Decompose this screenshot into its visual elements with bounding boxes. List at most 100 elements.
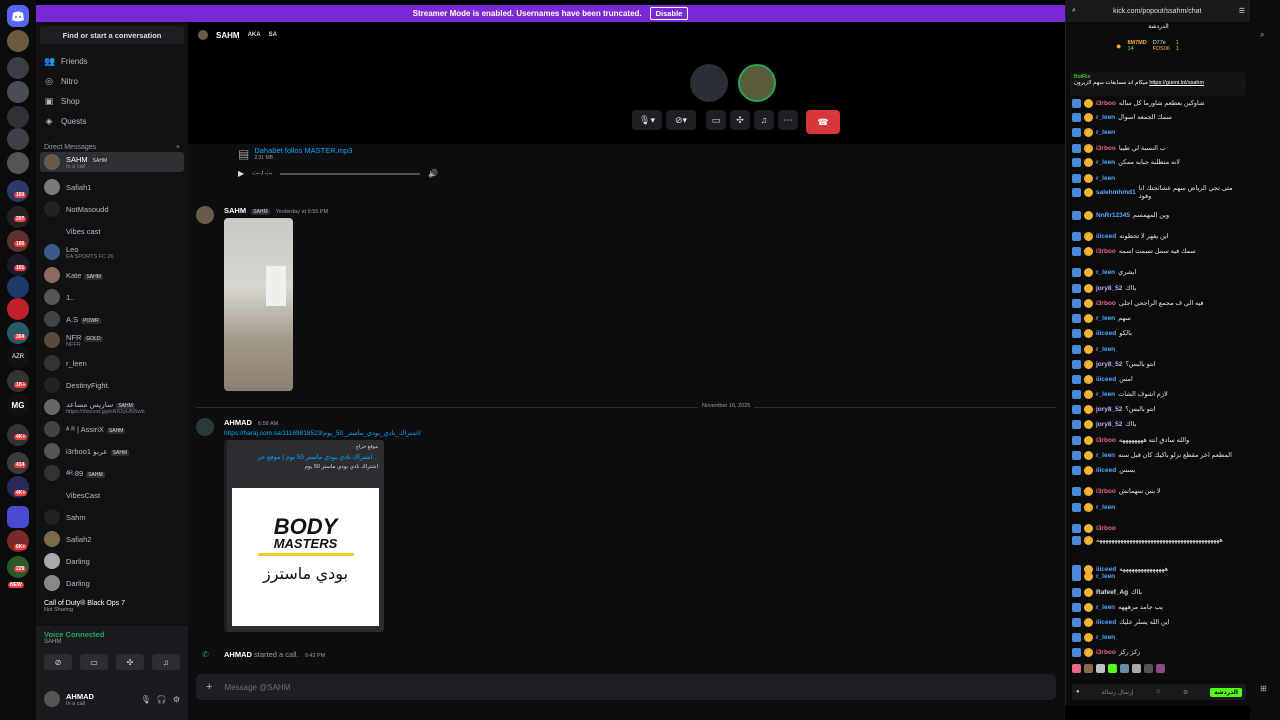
chat-username[interactable]: r_leen	[1096, 315, 1115, 322]
avatar[interactable]	[196, 206, 214, 224]
chat-username[interactable]: i3rboo	[1096, 525, 1116, 532]
server-icon[interactable]	[7, 81, 29, 103]
participant-avatar[interactable]	[690, 64, 728, 102]
file-name[interactable]: Dahabet follos MASTER.mp3	[254, 146, 352, 155]
chat-username[interactable]: iiiceed	[1096, 233, 1116, 240]
chat-username[interactable]: NnRr12345	[1096, 212, 1130, 219]
dm-item[interactable]: 1..	[40, 287, 184, 307]
server-icon[interactable]	[7, 152, 29, 174]
nav-quests[interactable]: ◈ Quests	[44, 116, 87, 126]
author-name[interactable]: AHMAD	[224, 650, 252, 659]
chat-username[interactable]: r_leen	[1096, 391, 1115, 398]
search-icon[interactable]: ⌕	[1072, 7, 1076, 15]
server-icon[interactable]	[7, 180, 29, 202]
server-icon[interactable]	[7, 276, 29, 298]
add-attachment-icon[interactable]: +	[206, 681, 212, 693]
screen-share-icon[interactable]: ▭	[706, 110, 726, 130]
soundboard-icon[interactable]: ♫	[152, 654, 180, 670]
disable-streamer-mode-button[interactable]: Disable	[649, 7, 689, 20]
server-icon[interactable]	[7, 106, 29, 128]
avatar[interactable]	[44, 691, 60, 707]
server-icon[interactable]	[7, 298, 29, 320]
server-icon[interactable]	[7, 57, 29, 79]
dm-item[interactable]: Leo EA SPORTS FC 26	[40, 242, 184, 262]
find-conversation-input[interactable]: Find or start a conversation	[40, 26, 184, 44]
server-icon[interactable]	[7, 30, 29, 52]
emoji-icon[interactable]: ☺	[1155, 689, 1161, 695]
emote-icon[interactable]	[1072, 664, 1081, 673]
send-chat-button[interactable]: الدردشة	[1210, 687, 1242, 697]
emote-icon[interactable]	[1144, 664, 1153, 673]
emote-icon[interactable]	[1156, 664, 1165, 673]
camera-toggle-icon[interactable]: ⊘▾	[666, 110, 696, 130]
add-dm-button[interactable]: +	[176, 144, 180, 151]
message-link[interactable]: https://haraj.com.sa/11169818523/اشتراك_…	[224, 429, 421, 437]
chat-username[interactable]: r_leen	[1096, 634, 1115, 641]
chat-username[interactable]: iiiceed	[1096, 330, 1116, 337]
dm-item[interactable]: Darling	[40, 573, 184, 593]
settings-gear-icon[interactable]: ⚙	[173, 695, 180, 704]
pinned-message[interactable]: BotRix ميكام اند مسابقات سهم الزيرون htt…	[1070, 72, 1246, 96]
emote-icon[interactable]	[1096, 664, 1105, 673]
dm-item[interactable]: Safiah1	[40, 177, 184, 197]
chat-username[interactable]: r_leen	[1096, 269, 1115, 276]
emote-icon[interactable]	[1108, 664, 1117, 673]
more-options-icon[interactable]: ⋯	[778, 110, 798, 130]
nav-shop[interactable]: ▣ Shop	[44, 96, 80, 106]
server-label[interactable]: AZR	[7, 346, 29, 368]
chat-username[interactable]: i3rboo	[1096, 300, 1116, 307]
image-attachment[interactable]	[224, 218, 293, 391]
chat-username[interactable]: iiiceed	[1096, 376, 1116, 383]
participant-avatar[interactable]	[738, 64, 776, 102]
dm-item[interactable]: ᴬ ᴿ | AssiriX SAHM	[40, 419, 184, 439]
chat-username[interactable]: r_leen	[1096, 114, 1115, 121]
volume-icon[interactable]: 🔊	[428, 169, 438, 178]
server-label[interactable]: MG	[7, 394, 29, 416]
avatar[interactable]	[196, 418, 214, 436]
mic-icon[interactable]: ●	[1076, 689, 1080, 695]
dm-item[interactable]: NFR GOLD NFFR	[40, 330, 184, 350]
dm-item[interactable]: SAHM SAHM In a call	[40, 152, 184, 172]
dm-item[interactable]: ᴬᴿ 89 SAHM	[40, 463, 184, 483]
chat-username[interactable]: jory8_52	[1096, 285, 1122, 292]
chat-username[interactable]: iiiceed	[1096, 619, 1116, 626]
dm-item[interactable]: Sahm	[40, 507, 184, 527]
nav-friends[interactable]: 👥 Friends	[44, 56, 88, 66]
chat-username[interactable]: i3rboo	[1096, 145, 1116, 152]
chat-username[interactable]: i3rboo	[1096, 100, 1116, 107]
chat-username[interactable]: jory8_52	[1096, 421, 1122, 428]
nav-nitro[interactable]: ◎ Nitro	[44, 76, 78, 86]
chat-username[interactable]: iiiceed	[1096, 467, 1116, 474]
server-icon[interactable]	[7, 370, 29, 392]
dm-item[interactable]: Darling	[40, 551, 184, 571]
dm-item[interactable]: Vibes cast	[40, 221, 184, 241]
chat-username[interactable]: r_leen	[1096, 452, 1115, 459]
chat-username[interactable]: i3rboo	[1096, 649, 1116, 656]
dm-item[interactable]: DestinyFight.	[40, 375, 184, 395]
pinned-link[interactable]: https://gueni.lol/ssahm	[1149, 80, 1204, 86]
mic-toggle-icon[interactable]: 🎙▾	[632, 110, 662, 130]
headphones-icon[interactable]: 🎧	[157, 695, 167, 704]
chat-username[interactable]: jory8_52	[1096, 406, 1122, 413]
dm-item[interactable]: A.S POWR	[40, 309, 184, 329]
folder-icon[interactable]	[7, 506, 29, 528]
chat-username[interactable]: r_leen	[1096, 159, 1115, 166]
author-name[interactable]: AHMAD	[224, 418, 252, 427]
server-icon[interactable]	[7, 128, 29, 150]
chat-username[interactable]: r_leen	[1096, 346, 1115, 353]
chat-username[interactable]: r_leen	[1096, 504, 1115, 511]
chat-username[interactable]: i3rboo	[1096, 437, 1116, 444]
message-input[interactable]: + Message @SAHM	[196, 674, 1056, 700]
chat-username[interactable]: r_leen	[1096, 129, 1115, 136]
hang-up-button[interactable]: ☎	[806, 110, 840, 134]
dm-item[interactable]: NotMasoudd	[40, 199, 184, 219]
grid-icon[interactable]: ⊞	[1260, 684, 1267, 693]
dm-item[interactable]: ساريس مساعد SAHM https://discord.gg/eRX2yU…	[40, 397, 184, 417]
chat-username[interactable]: r_leen	[1096, 604, 1115, 611]
audio-progress[interactable]	[280, 172, 421, 175]
emote-icon[interactable]	[1084, 664, 1093, 673]
dm-item[interactable]: VibesCast	[40, 485, 184, 505]
soundboard-icon[interactable]: ♫	[754, 110, 774, 130]
screen-share-icon[interactable]: ▭	[80, 654, 108, 670]
server-icon[interactable]	[7, 322, 29, 344]
